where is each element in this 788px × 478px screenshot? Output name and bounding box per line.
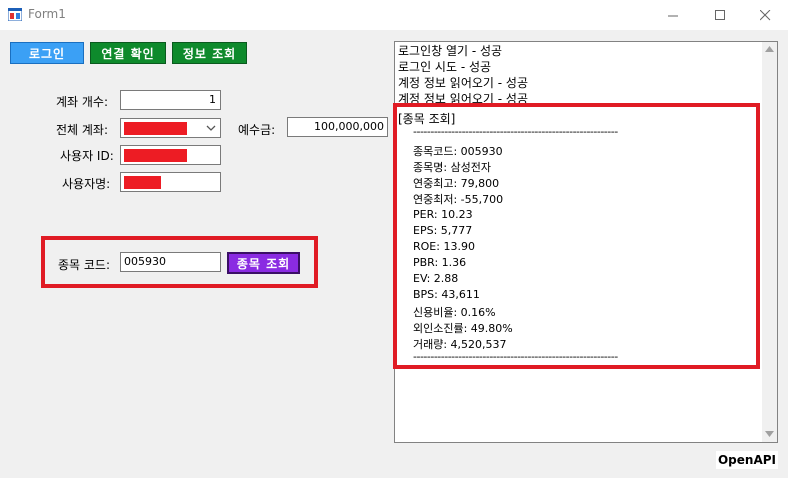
- maximize-icon: [714, 9, 725, 20]
- detail-line: 종목코드: 005930: [413, 145, 503, 158]
- detail-line: 외인소진률: 49.80%: [413, 322, 513, 335]
- minimize-button[interactable]: [650, 0, 696, 30]
- account-select[interactable]: [120, 118, 221, 138]
- log-line: 로그인 시도 - 성공: [398, 60, 492, 74]
- stock-query-button[interactable]: 종목 조회: [227, 252, 300, 274]
- detail-line: PBR: 1.36: [413, 256, 467, 269]
- divider-top: ----------------------------------------…: [413, 125, 618, 138]
- login-button[interactable]: 로그인: [10, 42, 84, 64]
- detail-line: 신용비율: 0.16%: [413, 306, 496, 319]
- all-accounts-label: 전체 계좌:: [56, 123, 109, 137]
- detail-line: 연중최저: -55,700: [413, 193, 504, 206]
- deposit-label: 예수금:: [238, 123, 276, 137]
- log-line: 로그인창 열기 - 성공: [398, 44, 503, 58]
- app-icon: [8, 8, 22, 21]
- detail-line: ROE: 13.90: [413, 240, 475, 253]
- log-line: 계정 정보 읽어오기 - 성공: [398, 76, 528, 90]
- divider-bottom: ----------------------------------------…: [413, 350, 618, 363]
- title-bar: Form1: [0, 0, 788, 30]
- deposit-field[interactable]: 100,000,000: [287, 117, 388, 137]
- user-name-field[interactable]: [120, 172, 221, 192]
- detail-line: 연중최고: 79,800: [413, 177, 500, 190]
- detail-line: EV: 2.88: [413, 272, 459, 285]
- user-id-field[interactable]: [120, 145, 221, 165]
- account-count-field[interactable]: 1: [120, 90, 221, 110]
- log-scrollbar[interactable]: [762, 42, 777, 442]
- redacted-user-name: [124, 176, 161, 189]
- info-query-button[interactable]: 정보 조회: [172, 42, 247, 64]
- redacted-user-id: [124, 149, 187, 162]
- stock-code-label: 종목 코드:: [58, 258, 111, 272]
- user-id-label: 사용자 ID:: [60, 149, 114, 163]
- window-title: Form1: [28, 7, 66, 21]
- detail-line: 종목명: 삼성전자: [413, 161, 492, 174]
- scroll-up-icon[interactable]: [765, 46, 774, 52]
- minimize-icon: [667, 15, 678, 16]
- stock-code-field[interactable]: 005930: [120, 252, 221, 272]
- detail-line: PER: 10.23: [413, 208, 473, 221]
- account-count-label: 계좌 개수:: [56, 95, 109, 109]
- close-icon: [759, 9, 770, 20]
- redacted-account: [124, 122, 187, 135]
- detail-line: BPS: 43,611: [413, 288, 480, 301]
- openapi-badge: OpenAPI: [716, 451, 778, 469]
- user-name-label: 사용자명:: [62, 177, 111, 191]
- connect-check-button[interactable]: 연결 확인: [90, 42, 166, 64]
- detail-line: EPS: 5,777: [413, 224, 473, 237]
- maximize-button[interactable]: [697, 0, 743, 30]
- chevron-down-icon[interactable]: [206, 124, 216, 132]
- scroll-down-icon[interactable]: [765, 431, 774, 437]
- stock-info-highlight: [종목 조회] --------------------------------…: [393, 103, 760, 369]
- close-button[interactable]: [742, 0, 788, 30]
